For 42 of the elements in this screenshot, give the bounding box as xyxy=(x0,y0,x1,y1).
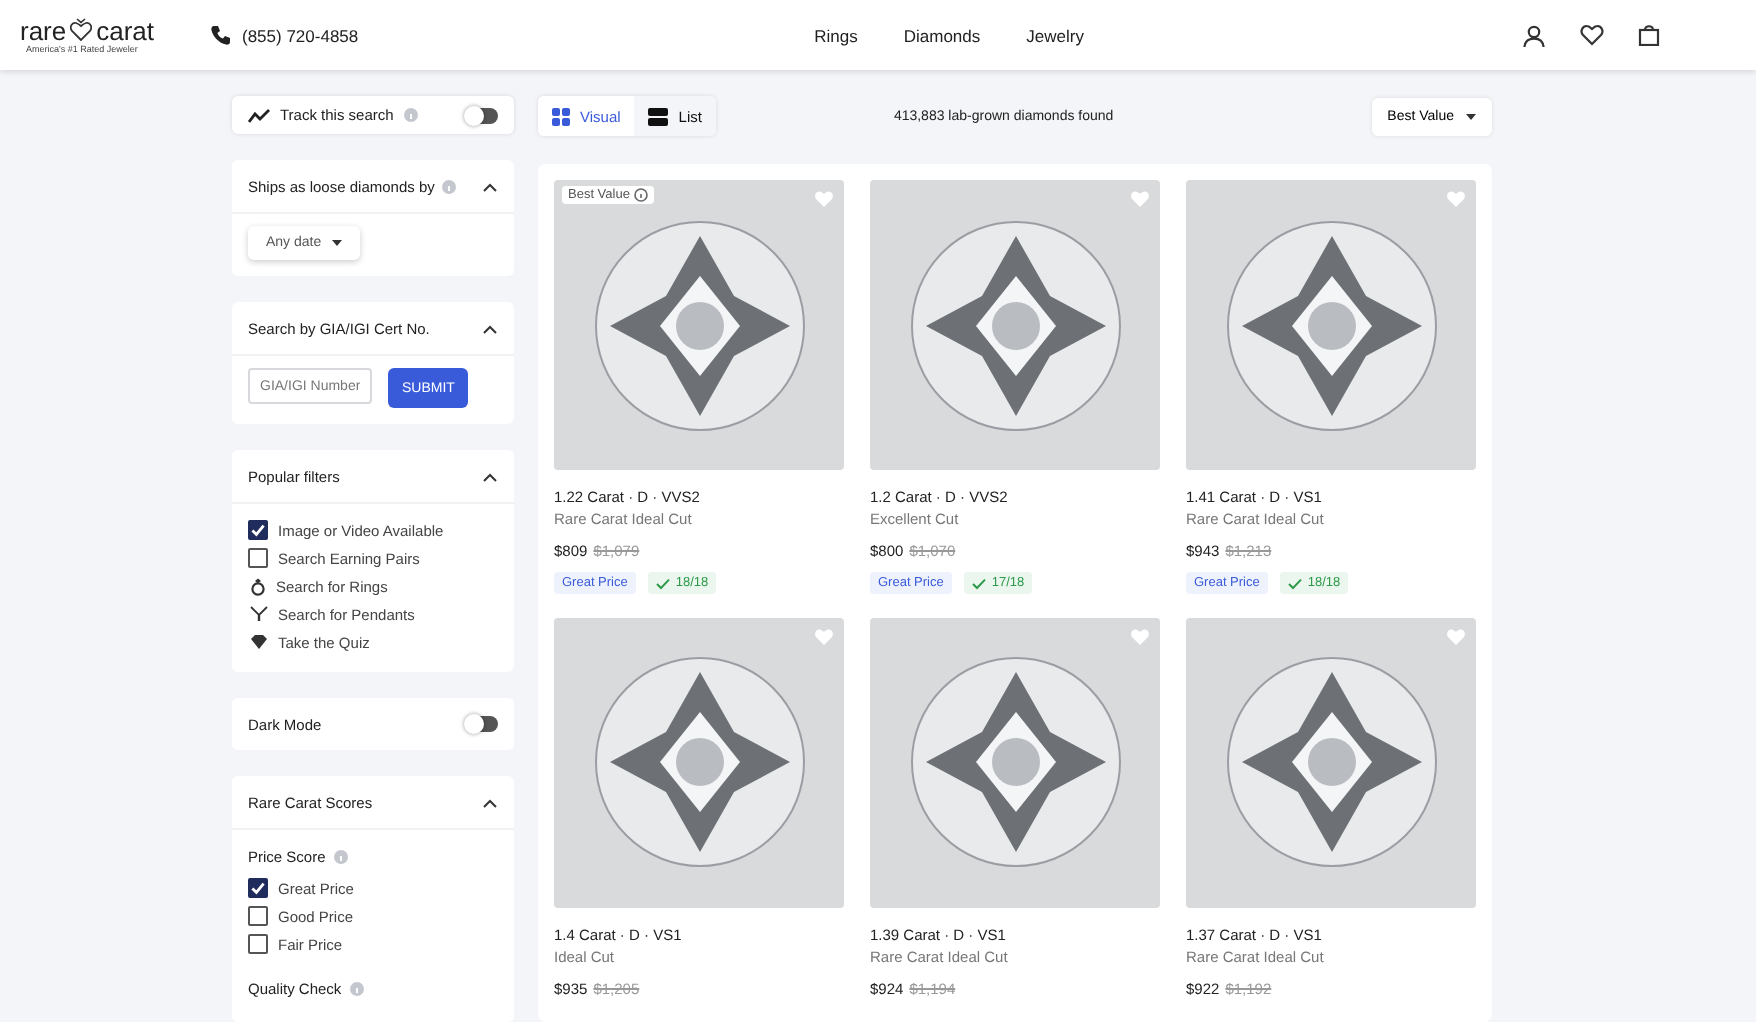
checkbox[interactable] xyxy=(248,906,268,926)
chevron-up-icon[interactable] xyxy=(482,181,498,191)
phone-number[interactable]: (855) 720-4858 xyxy=(242,25,359,45)
shopping-bag-icon[interactable] xyxy=(1638,24,1660,46)
list-icon xyxy=(648,107,669,125)
checkbox[interactable] xyxy=(248,878,268,898)
photo-placeholder[interactable] xyxy=(870,180,1160,470)
checkbox[interactable] xyxy=(248,934,268,954)
toggle-switch[interactable] xyxy=(466,716,498,732)
info-icon xyxy=(633,188,648,202)
chevron-up-icon[interactable] xyxy=(482,797,498,807)
info-icon xyxy=(333,849,348,863)
checkbox[interactable] xyxy=(248,548,268,568)
info-icon xyxy=(403,108,418,122)
diamond-icon xyxy=(249,634,267,650)
nav-link[interactable]: Jewelry xyxy=(1026,25,1084,45)
logo-text[interactable]: rare xyxy=(20,17,67,43)
caret-down-icon xyxy=(331,240,342,246)
ring-icon xyxy=(249,577,265,595)
toggle-switch[interactable] xyxy=(466,107,498,123)
checkmark-icon xyxy=(971,577,986,589)
chevron-up-icon[interactable] xyxy=(482,471,498,481)
photo-placeholder[interactable] xyxy=(1186,180,1476,470)
grid-icon xyxy=(552,107,570,125)
nav-link[interactable]: Rings xyxy=(814,25,858,45)
pendant-icon xyxy=(249,606,267,622)
nav-link[interactable]: Diamonds xyxy=(903,25,981,45)
photo-placeholder[interactable] xyxy=(1186,617,1476,907)
checkbox[interactable] xyxy=(248,520,268,540)
user-icon[interactable] xyxy=(1522,23,1546,47)
heart-logo-icon[interactable] xyxy=(70,18,93,42)
phone-icon xyxy=(210,24,232,46)
chevron-up-icon[interactable] xyxy=(482,323,498,333)
heart-icon[interactable] xyxy=(1580,24,1604,46)
photo-placeholder[interactable] xyxy=(870,617,1160,907)
caret-down-icon xyxy=(1466,113,1476,119)
trend-line-icon xyxy=(248,107,270,123)
checkmark-icon xyxy=(1287,577,1302,589)
checkmark-icon xyxy=(655,577,670,589)
photo-placeholder[interactable] xyxy=(554,617,844,907)
info-icon xyxy=(349,981,364,995)
logo-text[interactable]: carat xyxy=(96,17,155,43)
